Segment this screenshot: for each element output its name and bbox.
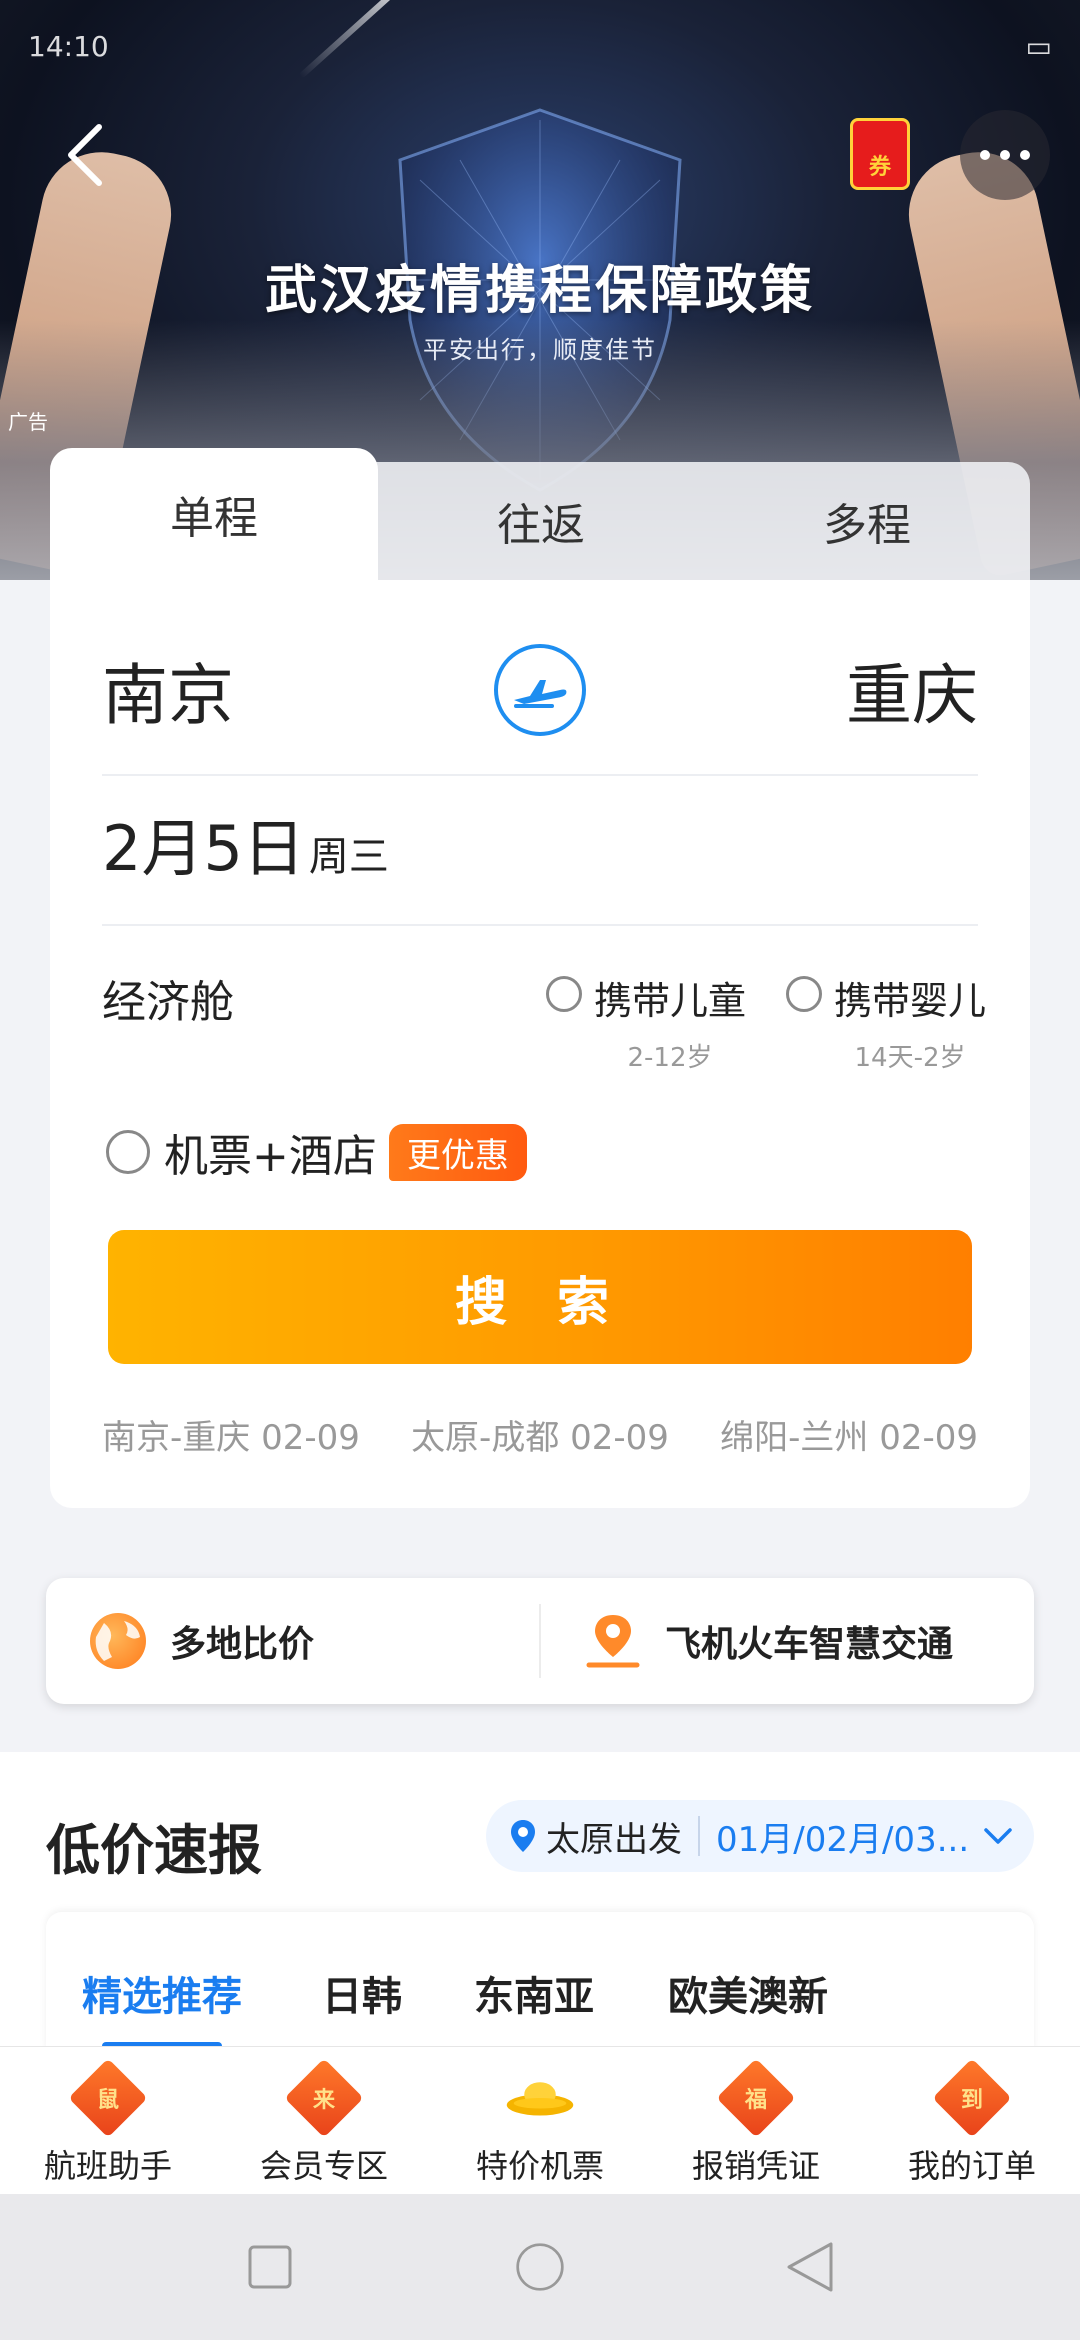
- nav-special-fares[interactable]: 特价机票: [432, 2047, 648, 2194]
- bottom-navigation: 鼠 航班助手 来 会员专区 特价机票 福 报销凭证 到 我的订单: [0, 2046, 1080, 2194]
- child-radio[interactable]: [546, 976, 582, 1012]
- banner-subtitle: 平安出行，顺度佳节: [423, 336, 657, 364]
- tab-one-way[interactable]: 单程: [50, 448, 378, 580]
- date-selector[interactable]: 2月5日 周三: [102, 798, 389, 908]
- globe-icon: [90, 1613, 146, 1669]
- nav-flight-assistant[interactable]: 鼠 航班助手: [0, 2047, 216, 2194]
- nav-label: 我的订单: [907, 2147, 1036, 2185]
- feature-strip: 多地比价 飞机火车智慧交通: [46, 1578, 1034, 1704]
- dot-icon: [1020, 150, 1030, 160]
- city-row: 南京 重庆: [102, 640, 978, 740]
- history-item[interactable]: 太原-成都 02-09: [411, 1410, 669, 1459]
- child-option[interactable]: 携带儿童 2-12岁: [546, 970, 746, 1074]
- system-navigation-bar: [0, 2194, 1080, 2340]
- status-icons: ▭: [1025, 30, 1052, 63]
- swap-cities-button[interactable]: [494, 644, 586, 736]
- nav-label: 报销凭证: [691, 2147, 820, 2185]
- nav-label: 航班助手: [43, 2147, 172, 2185]
- status-bar: 14:10 ▭: [28, 30, 1052, 70]
- divider: [698, 1816, 700, 1856]
- circle-icon: [516, 2243, 564, 2291]
- square-icon: [248, 2245, 292, 2289]
- nav-label: 特价机票: [475, 2147, 604, 2185]
- trip-type-tabs: 单程 往返 多程: [50, 448, 1030, 580]
- nav-label: 会员专区: [259, 2147, 388, 2185]
- dot-icon: [1000, 150, 1010, 160]
- multi-city-price-compare[interactable]: 多地比价: [46, 1578, 539, 1704]
- infant-option-label: 携带婴儿: [834, 979, 987, 1023]
- to-city[interactable]: 重庆: [846, 642, 978, 738]
- low-price-section: 低价速报 太原出发 01月/02月/03... 精选推荐 日韩 东南亚 欧美澳新: [0, 1752, 1080, 2052]
- nav-my-orders[interactable]: 到 我的订单: [864, 2047, 1080, 2194]
- tab-round-trip[interactable]: 往返: [378, 462, 704, 580]
- child-option-label: 携带儿童: [594, 979, 747, 1023]
- nav-reimbursement[interactable]: 福 报销凭证: [648, 2047, 864, 2194]
- status-time: 14:10: [28, 30, 109, 63]
- back-button[interactable]: [50, 110, 120, 200]
- flight-hotel-radio[interactable]: [106, 1130, 150, 1174]
- triangle-back-icon: [787, 2242, 833, 2292]
- history-item[interactable]: 南京-重庆 02-09: [102, 1410, 360, 1459]
- chevron-left-icon: [68, 124, 102, 186]
- tab-featured[interactable]: 精选推荐: [82, 1964, 242, 2022]
- festive-badge-icon: 到: [932, 2058, 1012, 2138]
- infant-option[interactable]: 携带婴儿 14天-2岁: [786, 970, 986, 1074]
- travel-months: 01月/02月/03...: [716, 1819, 970, 1860]
- divider: [102, 774, 978, 776]
- festive-badge-icon: 福: [716, 2058, 796, 2138]
- tab-multi-city[interactable]: 多程: [704, 462, 1030, 580]
- feature-label: 多地比价: [170, 1624, 315, 1665]
- coupon-button[interactable]: 券: [850, 118, 910, 190]
- location-icon: [511, 1820, 535, 1852]
- origin-city: 太原出发: [546, 1819, 682, 1860]
- tab-southeast-asia[interactable]: 东南亚: [474, 1964, 594, 2022]
- region-tabs: 精选推荐 日韩 东南亚 欧美澳新: [46, 1912, 1034, 2052]
- discount-badge: 更优惠: [388, 1123, 527, 1181]
- chevron-down-icon: [984, 1828, 1012, 1844]
- recent-apps-button[interactable]: [245, 2242, 295, 2292]
- feature-label: 飞机火车智慧交通: [665, 1624, 954, 1665]
- airplane-icon: [514, 680, 567, 708]
- festive-badge-icon: 鼠: [68, 2058, 148, 2138]
- flight-search-card: 南京 重庆 2月5日 周三 经济舱 携带儿童 2-12岁 携带婴儿 14天-2岁…: [50, 580, 1030, 1508]
- child-option-hint: 2-12岁: [627, 1043, 713, 1073]
- banner-title: 武汉疫情携程保障政策: [264, 261, 815, 321]
- search-button[interactable]: 搜 索: [108, 1230, 972, 1364]
- departure-filter[interactable]: 太原出发 01月/02月/03...: [486, 1800, 1034, 1872]
- festive-badge-icon: 来: [284, 2058, 364, 2138]
- flight-hotel-option[interactable]: 机票+酒店 更优惠: [106, 1120, 527, 1184]
- coupon-label: 券: [868, 155, 891, 180]
- location-pin-icon: [585, 1611, 641, 1671]
- system-back-button[interactable]: [785, 2242, 835, 2292]
- cabin-class-selector[interactable]: 经济舱: [102, 966, 234, 1030]
- home-button[interactable]: [515, 2242, 565, 2292]
- infant-radio[interactable]: [786, 976, 822, 1012]
- from-city[interactable]: 南京: [102, 642, 234, 738]
- departure-weekday: 周三: [308, 834, 389, 880]
- departure-date: 2月5日: [102, 812, 305, 885]
- infant-option-hint: 14天-2岁: [854, 1043, 966, 1073]
- history-item[interactable]: 绵阳-兰州 02-09: [720, 1410, 978, 1459]
- smart-transport[interactable]: 飞机火车智慧交通: [541, 1578, 1034, 1704]
- flight-hotel-label: 机票+酒店: [164, 1131, 377, 1182]
- more-options-button[interactable]: [960, 110, 1050, 200]
- gold-ingot-icon: [505, 2063, 575, 2133]
- divider: [102, 924, 978, 926]
- ad-label: 广告: [8, 410, 48, 434]
- low-price-title: 低价速报: [46, 1819, 262, 1882]
- search-history: 南京-重庆 02-09 太原-成都 02-09 绵阳-兰州 02-09: [102, 1410, 978, 1459]
- nav-member-zone[interactable]: 来 会员专区: [216, 2047, 432, 2194]
- tab-japan-korea[interactable]: 日韩: [322, 1964, 402, 2022]
- dot-icon: [980, 150, 990, 160]
- tab-europe-america[interactable]: 欧美澳新: [668, 1964, 828, 2022]
